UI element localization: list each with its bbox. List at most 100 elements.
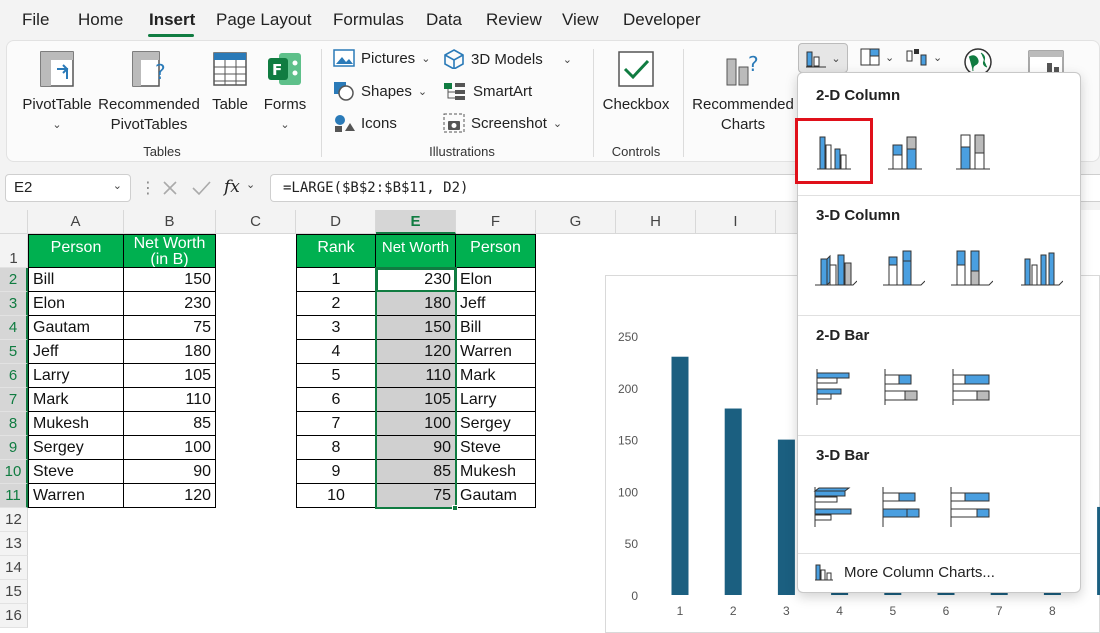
3d-stacked-bar-option[interactable] (876, 481, 930, 533)
row-header-13[interactable]: 13 (0, 532, 28, 556)
column-header-c[interactable]: C (216, 210, 296, 234)
clustered-bar-option[interactable] (808, 361, 862, 413)
recommended-pivottables-button[interactable]: ? Recommended PivotTables (97, 49, 201, 135)
cell-person-sorted[interactable]: Bill (456, 316, 536, 340)
cell-net-worth-sorted[interactable]: 110 (376, 364, 456, 388)
enter-icon[interactable] (190, 178, 212, 198)
cell-person[interactable]: Mark (28, 388, 124, 412)
cell-person[interactable]: Sergey (28, 436, 124, 460)
cell-net-worth-sorted[interactable]: 75 (376, 484, 456, 508)
cell-person[interactable]: Larry (28, 364, 124, 388)
tab-insert[interactable]: Insert (149, 10, 195, 30)
row-header-10[interactable]: 10 (0, 460, 28, 484)
cell-net-worth-sorted[interactable]: 90 (376, 436, 456, 460)
screenshot-button[interactable]: Screenshot ⌄ (443, 113, 562, 133)
shapes-button[interactable]: Shapes ⌄ (333, 81, 427, 101)
column-header-a[interactable]: A (28, 210, 124, 234)
clustered-column-option[interactable] (795, 118, 873, 184)
cell-net-worth[interactable]: 100 (124, 436, 216, 460)
cell-rank[interactable]: 7 (296, 412, 376, 436)
cell-person-sorted[interactable]: Mark (456, 364, 536, 388)
checkbox-button[interactable]: Checkbox (601, 49, 671, 115)
cell-net-worth[interactable]: 230 (124, 292, 216, 316)
row-header-6[interactable]: 6 (0, 364, 28, 388)
3d-clustered-bar-option[interactable] (808, 481, 862, 533)
recommended-charts-button[interactable]: ? Recommended Charts (691, 49, 795, 135)
cell-net-worth-sorted[interactable]: 120 (376, 340, 456, 364)
icons-button[interactable]: Icons (333, 113, 397, 133)
3d-stacked-column-option[interactable] (876, 241, 930, 293)
cell-person-sorted[interactable]: Elon (456, 268, 536, 292)
fill-handle[interactable] (452, 505, 458, 511)
tab-developer[interactable]: Developer (623, 10, 701, 30)
cell-net-worth[interactable]: 90 (124, 460, 216, 484)
stacked-bar-option[interactable] (876, 361, 930, 413)
cell-rank[interactable]: 4 (296, 340, 376, 364)
column-header-d[interactable]: D (296, 210, 376, 234)
cell-person-sorted[interactable]: Larry (456, 388, 536, 412)
cell-person[interactable]: Elon (28, 292, 124, 316)
row-header-14[interactable]: 14 (0, 556, 28, 580)
cell-net-worth[interactable]: 85 (124, 412, 216, 436)
cell-person-sorted[interactable]: Jeff (456, 292, 536, 316)
insert-column-chart-button[interactable]: ⌄ (798, 43, 848, 73)
cell-person[interactable]: Warren (28, 484, 124, 508)
column-header-g[interactable]: G (536, 210, 616, 234)
cell-net-worth-sorted[interactable]: 85 (376, 460, 456, 484)
cell-person[interactable]: Bill (28, 268, 124, 292)
cell-net-worth[interactable]: 180 (124, 340, 216, 364)
cell-person-sorted[interactable]: Sergey (456, 412, 536, 436)
column-header-e[interactable]: E (376, 210, 456, 234)
tab-view[interactable]: View (562, 10, 599, 30)
tab-page-layout[interactable]: Page Layout (216, 10, 311, 30)
row-header-3[interactable]: 3 (0, 292, 28, 316)
insert-function-icon[interactable]: fx (224, 177, 240, 197)
cancel-icon[interactable] (160, 178, 180, 198)
row-header-4[interactable]: 4 (0, 316, 28, 340)
cell-rank[interactable]: 6 (296, 388, 376, 412)
row-header-7[interactable]: 7 (0, 388, 28, 412)
name-box[interactable]: E2 ⌄ (5, 174, 131, 202)
cell-net-worth[interactable]: 105 (124, 364, 216, 388)
3d-column-option[interactable] (1014, 241, 1068, 293)
select-all-corner[interactable] (0, 210, 28, 234)
row-header-15[interactable]: 15 (0, 580, 28, 604)
cell-rank[interactable]: 5 (296, 364, 376, 388)
table-button[interactable]: Table (207, 49, 253, 115)
pictures-button[interactable]: Pictures ⌄ (333, 49, 430, 67)
cell-person-sorted[interactable]: Warren (456, 340, 536, 364)
100-stacked-bar-option[interactable] (944, 361, 998, 413)
3d-100-stacked-column-option[interactable] (944, 241, 998, 293)
tab-file[interactable]: File (22, 10, 49, 30)
insert-waterfall-chart-button[interactable]: ⌄ (905, 47, 942, 67)
cell-person[interactable]: Jeff (28, 340, 124, 364)
forms-button[interactable]: F Forms ⌄ (259, 49, 311, 135)
cell-net-worth[interactable]: 150 (124, 268, 216, 292)
tab-home[interactable]: Home (78, 10, 123, 30)
column-header-b[interactable]: B (124, 210, 216, 234)
cell-net-worth-sorted[interactable]: 150 (376, 316, 456, 340)
3d-100-stacked-bar-option[interactable] (944, 481, 998, 533)
cell-net-worth-sorted[interactable]: 105 (376, 388, 456, 412)
cell-rank[interactable]: 1 (296, 268, 376, 292)
tab-formulas[interactable]: Formulas (333, 10, 404, 30)
cell-rank[interactable]: 8 (296, 436, 376, 460)
cell-rank[interactable]: 9 (296, 460, 376, 484)
row-header-1[interactable]: 1 (0, 234, 28, 268)
cell-person[interactable]: Gautam (28, 316, 124, 340)
cell-rank[interactable]: 3 (296, 316, 376, 340)
cell-person[interactable]: Steve (28, 460, 124, 484)
insert-hierarchy-chart-button[interactable]: ⌄ (859, 47, 894, 67)
3d-clustered-column-option[interactable] (808, 241, 862, 293)
cell-person-sorted[interactable]: Mukesh (456, 460, 536, 484)
more-options-icon[interactable]: ⋮ (140, 178, 156, 198)
cell-person-sorted[interactable]: Steve (456, 436, 536, 460)
tab-review[interactable]: Review (486, 10, 542, 30)
column-header-f[interactable]: F (456, 210, 536, 234)
column-header-i[interactable]: I (696, 210, 776, 234)
cell-net-worth[interactable]: 75 (124, 316, 216, 340)
cell-net-worth[interactable]: 110 (124, 388, 216, 412)
row-header-11[interactable]: 11 (0, 484, 28, 508)
smartart-button[interactable]: SmartArt (443, 81, 532, 101)
more-column-charts-link[interactable]: More Column Charts... (814, 563, 995, 581)
